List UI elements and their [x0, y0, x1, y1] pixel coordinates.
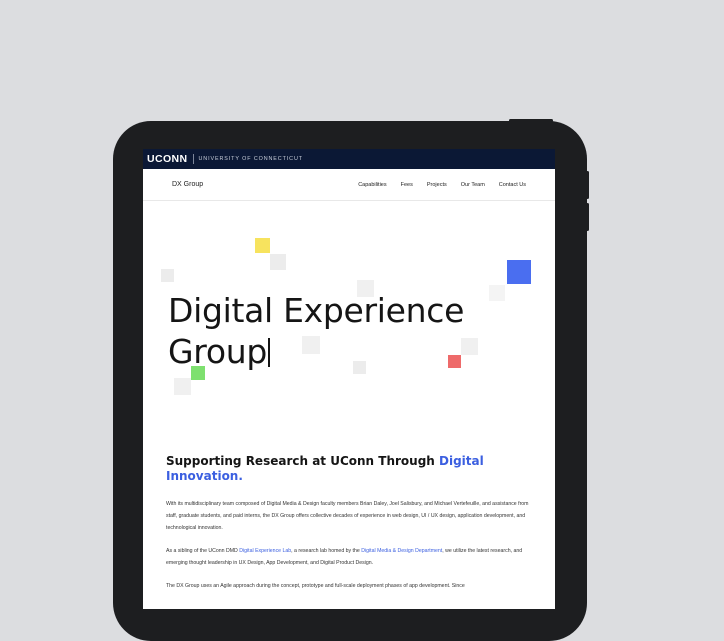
- decor-square-gray: [270, 254, 286, 270]
- decor-square-gray: [174, 378, 191, 395]
- sibling-paragraph-text: As a sibling of the UConn DMD: [166, 548, 240, 554]
- decor-square-yellow: [255, 238, 270, 253]
- tablet-screen: UCONN UNIVERSITY OF CONNECTICUT DX Group…: [143, 149, 555, 609]
- hero-section: Digital Experience Group: [143, 201, 555, 441]
- supporting-research-section: Supporting Research at UConn Through Dig…: [166, 454, 531, 603]
- nav-link-fees[interactable]: Fees: [401, 182, 413, 188]
- nav-link-capabilities[interactable]: Capabilities: [358, 182, 386, 188]
- hero-title: Digital Experience Group: [168, 290, 464, 372]
- dmd-department-link[interactable]: Digital Media & Design Department: [361, 548, 442, 554]
- typing-cursor: [267, 338, 271, 367]
- uconn-logo[interactable]: UCONN: [147, 153, 188, 165]
- hero-title-line2: Group: [168, 332, 267, 371]
- intro-paragraph: With its multidisciplinary team composed…: [166, 501, 529, 531]
- digital-experience-lab-link[interactable]: Digital Experience Lab: [239, 548, 291, 554]
- decor-square-gray: [489, 285, 505, 301]
- section-heading: Supporting Research at UConn Through Dig…: [166, 454, 531, 484]
- nav-link-contact-us[interactable]: Contact Us: [499, 182, 526, 188]
- nav-link-projects[interactable]: Projects: [427, 182, 447, 188]
- banner-divider: [192, 154, 194, 164]
- nav-links: Capabilities Fees Projects Our Team Cont…: [344, 182, 526, 188]
- decor-square-blue: [507, 260, 531, 284]
- uconn-banner: UCONN UNIVERSITY OF CONNECTICUT: [143, 149, 555, 169]
- section-heading-text: Supporting Research at UConn Through: [166, 454, 440, 468]
- agile-paragraph: The DX Group uses an Agile approach duri…: [166, 583, 465, 589]
- decor-square-gray: [161, 269, 174, 282]
- site-brand-link[interactable]: DX Group: [172, 181, 203, 188]
- sibling-paragraph-text: , a research lab homed by the: [291, 548, 362, 554]
- sibling-paragraph: As a sibling of the UConn DMD Digital Ex…: [166, 545, 531, 569]
- university-name[interactable]: UNIVERSITY OF CONNECTICUT: [199, 156, 303, 162]
- hero-title-line1: Digital Experience: [168, 291, 465, 330]
- site-nav: DX Group Capabilities Fees Projects Our …: [143, 169, 555, 201]
- nav-link-our-team[interactable]: Our Team: [461, 182, 485, 188]
